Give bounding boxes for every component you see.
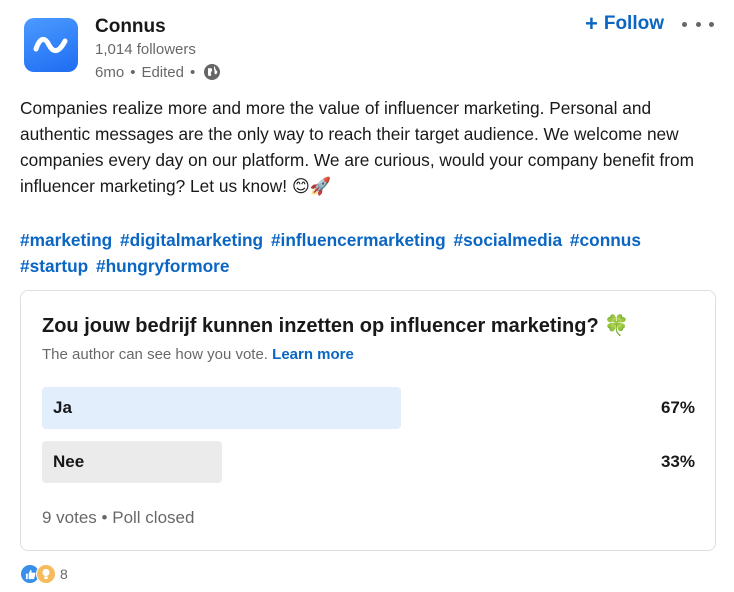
company-name[interactable]: Connus: [95, 16, 166, 38]
hashtag-link[interactable]: #marketing: [20, 230, 112, 250]
more-dot-icon: [695, 21, 701, 27]
reaction-summary[interactable]: 8: [20, 563, 68, 585]
follow-button[interactable]: + Follow: [585, 12, 664, 36]
follower-count: 1,014 followers: [95, 41, 196, 58]
post-age: 6mo: [95, 63, 125, 81]
poll-question: Zou jouw bedrijf kunnen inzetten op infl…: [42, 315, 630, 337]
hashtag-link[interactable]: #startup: [20, 256, 88, 276]
reaction-count: 8: [60, 566, 68, 582]
learn-more-link[interactable]: Learn more: [272, 346, 354, 363]
separator-dot: •: [101, 508, 113, 527]
hashtag-link[interactable]: #hungryformore: [96, 256, 229, 276]
poll-footer: 9 votes • Poll closed: [42, 508, 194, 528]
post-body: Companies realize more and more the valu…: [20, 98, 694, 196]
follow-label: Follow: [603, 13, 664, 34]
more-dot-icon: [709, 21, 714, 27]
poll-note-text: The author can see how you vote.: [42, 346, 268, 363]
hashtag-link[interactable]: #socialmedia: [454, 230, 563, 250]
poll-note: The author can see how you vote. Learn m…: [42, 346, 354, 363]
hashtag-link[interactable]: #digitalmarketing: [120, 230, 263, 250]
poll-result-bar: [42, 387, 401, 429]
poll-option-percent: 33%: [660, 452, 695, 471]
edited-label: Edited: [141, 63, 184, 81]
company-logo[interactable]: [24, 18, 78, 72]
poll-status: Poll closed: [112, 508, 195, 527]
poll-option-percent: 67%: [660, 398, 695, 417]
post-meta: 6mo • Edited •: [95, 63, 221, 81]
vote-count[interactable]: 9 votes: [42, 508, 97, 527]
separator-dot: •: [190, 63, 196, 81]
insightful-icon: [36, 564, 56, 584]
poll-option-label: Nee: [53, 452, 85, 471]
separator-dot: •: [130, 63, 136, 81]
globe-icon: [203, 63, 221, 81]
poll-option-label: Ja: [53, 398, 72, 417]
more-options-button[interactable]: [682, 14, 714, 34]
poll-option[interactable]: Nee 33%: [42, 441, 695, 483]
plus-icon: +: [584, 11, 598, 36]
poll-card: Zou jouw bedrijf kunnen inzetten op infl…: [20, 290, 716, 551]
post-header: Connus 1,014 followers 6mo • Edited • + …: [24, 12, 714, 86]
hashtag-list: #marketing #digitalmarketing #influencer…: [20, 227, 710, 279]
hashtag-link[interactable]: #connus: [570, 230, 641, 250]
more-dot-icon: [682, 21, 687, 27]
hashtag-link[interactable]: #influencermarketing: [271, 230, 446, 250]
poll-option[interactable]: Ja 67%: [42, 387, 695, 429]
